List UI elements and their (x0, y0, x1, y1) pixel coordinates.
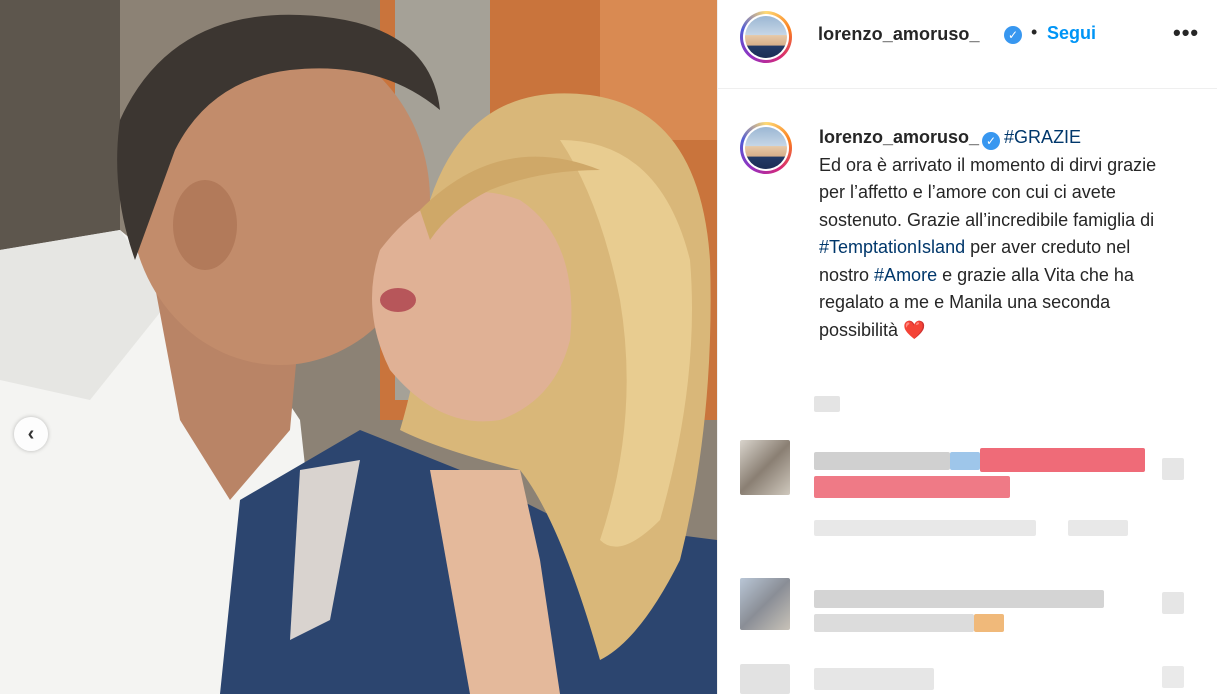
comment-text-blurred (980, 448, 1145, 472)
comment-text-blurred-2 (814, 476, 1010, 498)
comment-emoji-blurred (950, 452, 980, 470)
header-username[interactable]: lorenzo_amoruso_ (818, 24, 980, 45)
comment-avatar-blurred[interactable] (740, 440, 790, 495)
hashtag-amore[interactable]: #Amore (874, 265, 937, 285)
comment-text-blurred-2 (814, 614, 974, 632)
hashtag-grazie[interactable]: #GRAZIE (1004, 127, 1081, 147)
comment-emoji-blurred (974, 614, 1004, 632)
avatar[interactable] (740, 11, 792, 63)
comment-text-blurred (814, 668, 934, 690)
avatar-image (745, 16, 787, 58)
comment-text-blurred (814, 590, 1104, 608)
heart-emoji: ❤️ (903, 319, 926, 340)
caption-text: lorenzo_amoruso_ ✓ #GRAZIE Ed ora è arriva… (819, 124, 1179, 344)
carousel-prev-button[interactable]: ‹ (14, 417, 48, 451)
caption-avatar[interactable] (740, 122, 792, 174)
follow-separator: • (1031, 22, 1038, 42)
photo-illustration (0, 0, 717, 694)
caption-body-1: Ed ora è arrivato il momento di dirvi gr… (819, 154, 1157, 230)
comment-meta-blurred (814, 520, 1036, 536)
post-sidebar: lorenzo_amoruso_ ✓ • Segui ••• lorenzo_a… (717, 0, 1217, 694)
comment-like-icon-blurred[interactable] (1162, 458, 1184, 480)
chevron-left-icon: ‹ (27, 422, 35, 445)
comment-username-blurred (814, 452, 950, 470)
comment-avatar-blurred[interactable] (740, 664, 790, 694)
comment-like-icon-blurred[interactable] (1162, 666, 1184, 688)
caption-timestamp-blurred (814, 396, 840, 412)
caption-username[interactable]: lorenzo_amoruso_ (819, 127, 979, 147)
post-photo[interactable]: ‹ (0, 0, 717, 694)
post-header: lorenzo_amoruso_ ✓ • Segui ••• (718, 0, 1217, 89)
verified-badge-icon: ✓ (982, 132, 1001, 150)
comment-reply-blurred[interactable] (1068, 520, 1128, 536)
comment-like-icon-blurred[interactable] (1162, 592, 1184, 614)
hashtag-temptation-island[interactable]: #TemptationIsland (819, 237, 965, 257)
follow-button[interactable]: Segui (1047, 23, 1096, 44)
verified-badge-icon: ✓ (1004, 26, 1022, 44)
caption-avatar-image (745, 127, 787, 169)
more-options-icon[interactable]: ••• (1173, 20, 1199, 46)
comment-avatar-blurred[interactable] (740, 578, 790, 630)
